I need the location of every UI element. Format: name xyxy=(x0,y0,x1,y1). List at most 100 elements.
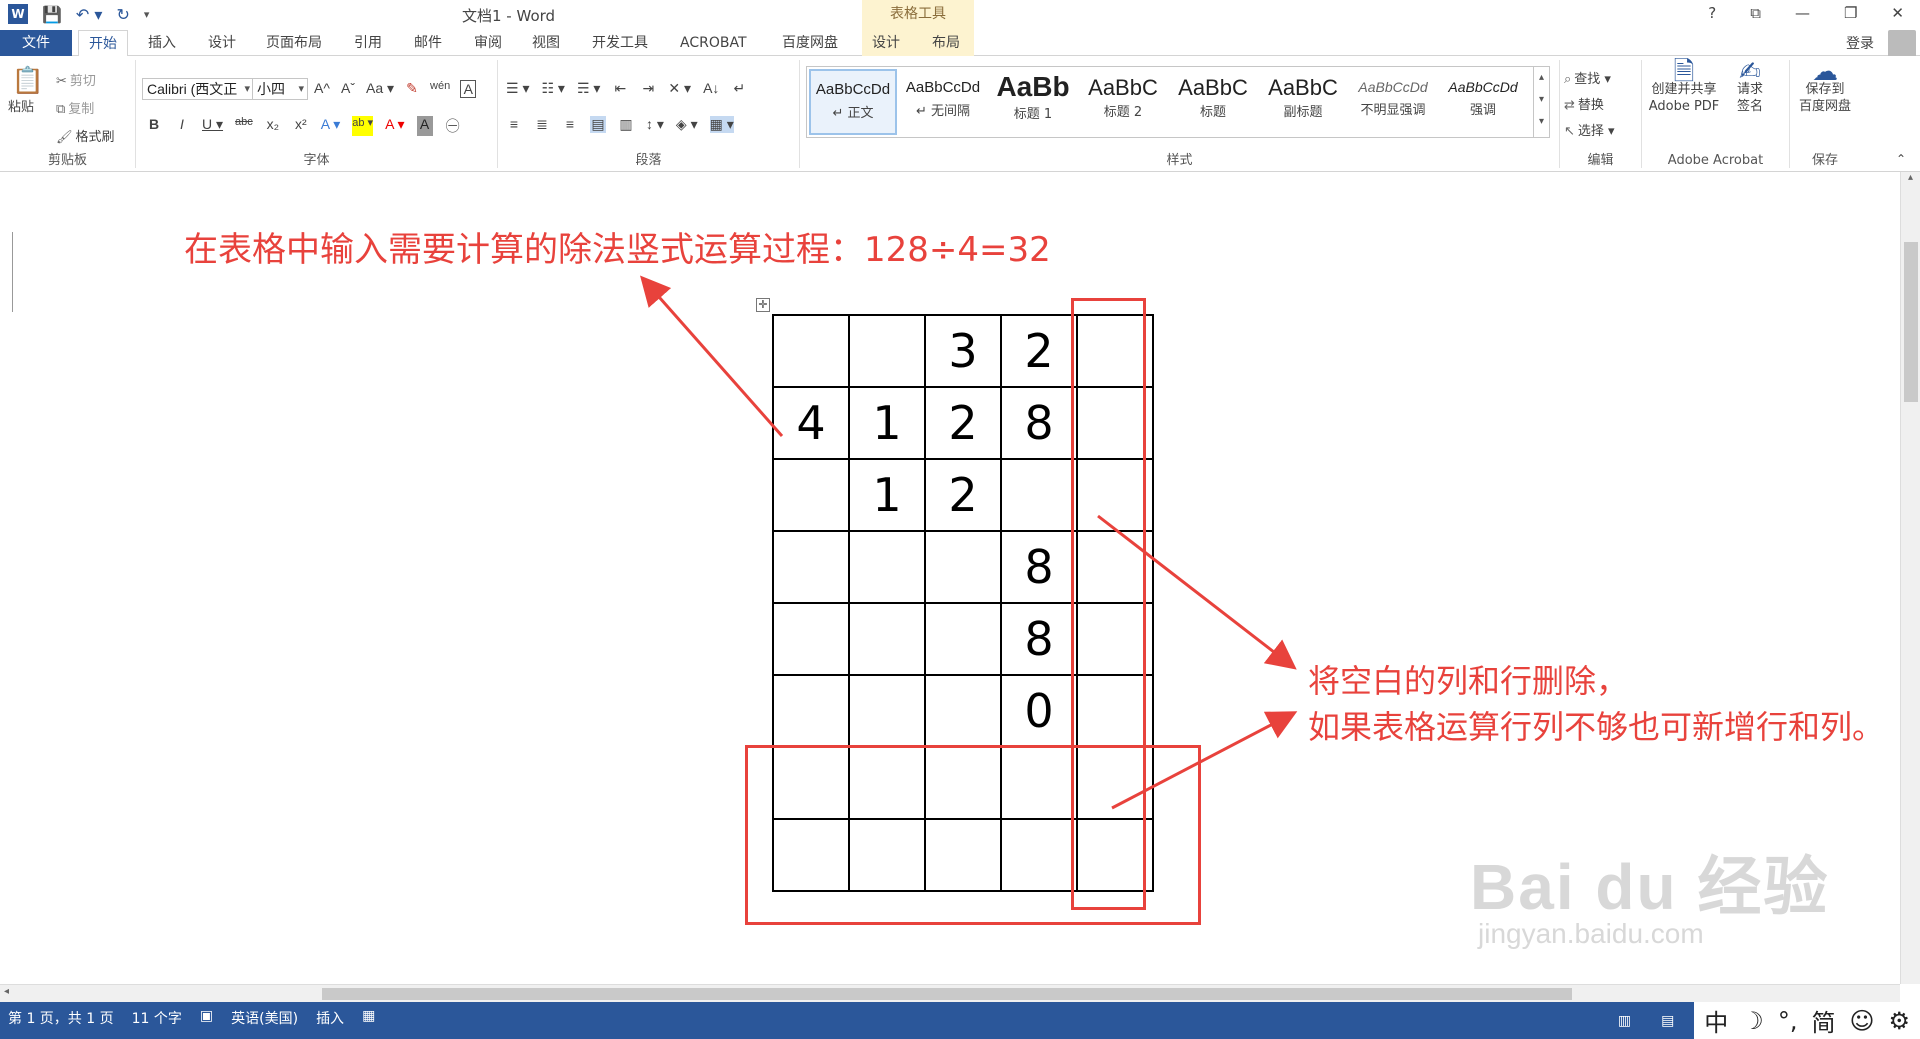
tab-references[interactable]: 引用 xyxy=(354,30,382,56)
login-link[interactable]: 登录 xyxy=(1846,33,1874,53)
proofing-icon[interactable]: ▣ xyxy=(200,1008,213,1028)
italic-button[interactable]: I xyxy=(174,116,190,136)
table-cell[interactable] xyxy=(848,314,926,388)
select-button[interactable]: ↖ 选择 ▾ xyxy=(1564,120,1615,139)
show-marks-button[interactable]: ↵ xyxy=(731,80,747,97)
help-icon[interactable]: ? xyxy=(1708,4,1716,22)
subscript-button[interactable]: x₂ xyxy=(265,116,281,136)
table-cell[interactable] xyxy=(772,314,850,388)
tab-design[interactable]: 设计 xyxy=(208,30,236,56)
tab-review[interactable]: 审阅 xyxy=(474,30,502,56)
scroll-up-icon[interactable]: ▴ xyxy=(1901,172,1920,183)
table-cell[interactable]: 2 xyxy=(924,458,1002,532)
find-button[interactable]: ⌕ 查找 ▾ xyxy=(1564,68,1611,87)
style-subtle-emphasis[interactable]: AaBbCcDd 不明显强调 xyxy=(1349,69,1437,135)
char-border-button[interactable]: A xyxy=(460,80,477,98)
settings-gear-icon[interactable]: ⚙ xyxy=(1888,1007,1910,1035)
redo-icon[interactable]: ↻ xyxy=(116,5,129,24)
text-effects-button[interactable]: A ▾ xyxy=(321,116,340,136)
minimize-icon[interactable]: — xyxy=(1795,4,1810,22)
table-cell[interactable]: 3 xyxy=(924,314,1002,388)
table-cell[interactable] xyxy=(924,530,1002,604)
customize-qat-icon[interactable]: ▾ xyxy=(144,8,150,21)
enclose-char-button[interactable]: ㊀ xyxy=(445,116,461,136)
status-page[interactable]: 第 1 页，共 1 页 xyxy=(8,1008,114,1028)
replace-button[interactable]: ⇄ 替换 xyxy=(1564,94,1604,113)
tab-page-layout[interactable]: 页面布局 xyxy=(266,30,322,56)
multilevel-list-button[interactable]: ☴ ▾ xyxy=(577,80,600,97)
table-cell[interactable] xyxy=(848,530,926,604)
close-icon[interactable]: ✕ xyxy=(1891,4,1904,22)
change-case-button[interactable]: Aa ▾ xyxy=(366,80,394,98)
request-signature-button[interactable]: ✍ 请求 签名 xyxy=(1728,59,1772,115)
emoji-icon[interactable]: ☺ xyxy=(1849,1007,1874,1035)
punctuation-toggle[interactable]: °, xyxy=(1778,1007,1798,1035)
simplified-toggle[interactable]: 简 xyxy=(1811,1003,1835,1038)
tab-table-design[interactable]: 设计 xyxy=(872,30,900,56)
borders-button[interactable]: ▦ ▾ xyxy=(709,116,734,133)
horizontal-scrollbar[interactable]: ◂ xyxy=(0,984,1900,1002)
save-to-baidu-button[interactable]: ☁ 保存到 百度网盘 xyxy=(1792,59,1858,115)
table-cell[interactable] xyxy=(772,530,850,604)
tab-acrobat[interactable]: ACROBAT xyxy=(680,30,747,56)
style-title[interactable]: AaBbC 标题 xyxy=(1169,69,1257,135)
print-layout-icon[interactable]: ▤ xyxy=(1661,1013,1674,1029)
table-cell[interactable] xyxy=(772,458,850,532)
table-cell[interactable]: 2 xyxy=(924,386,1002,460)
table-cell[interactable]: 1 xyxy=(848,386,926,460)
style-heading-2[interactable]: AaBbC 标题 2 xyxy=(1079,69,1167,135)
numbering-button[interactable]: ☷ ▾ xyxy=(541,80,564,97)
phonetic-guide-button[interactable]: wén xyxy=(430,80,450,98)
horizontal-scroll-thumb[interactable] xyxy=(322,988,1572,1000)
bold-button[interactable]: B xyxy=(146,116,162,136)
tab-baidu-netdisk[interactable]: 百度网盘 xyxy=(782,30,838,56)
sort-button[interactable]: A↓ xyxy=(703,80,719,97)
table-cell[interactable] xyxy=(772,674,850,748)
tab-home[interactable]: 开始 xyxy=(78,30,128,57)
cut-button[interactable]: ✂ 剪切 xyxy=(56,70,96,89)
table-cell[interactable] xyxy=(848,674,926,748)
vertical-scrollbar[interactable]: ▴ xyxy=(1900,172,1920,984)
restore-icon[interactable]: ❐ xyxy=(1844,4,1857,22)
read-mode-icon[interactable]: ▥ xyxy=(1618,1013,1631,1029)
justify-button[interactable]: ▤ xyxy=(590,116,606,133)
increase-indent-button[interactable]: ⇥ xyxy=(640,80,656,97)
highlight-button[interactable]: ab ▾ xyxy=(352,116,374,136)
styles-gallery-scroll[interactable]: ▴ ▾ ▾ xyxy=(1533,67,1549,137)
scroll-left-icon[interactable]: ◂ xyxy=(4,986,9,997)
status-word-count[interactable]: 11 个字 xyxy=(132,1008,182,1028)
tab-table-layout[interactable]: 布局 xyxy=(932,30,960,56)
ribbon-display-icon[interactable]: ⧉ xyxy=(1750,4,1761,22)
chinese-layout-button[interactable]: ✕ ▾ xyxy=(668,80,691,97)
decrease-indent-button[interactable]: ⇤ xyxy=(612,80,628,97)
status-language[interactable]: 英语(美国) xyxy=(231,1008,298,1028)
tab-mailings[interactable]: 邮件 xyxy=(414,30,442,56)
shading-button[interactable]: ◈ ▾ xyxy=(676,116,698,133)
table-cell[interactable] xyxy=(848,602,926,676)
line-spacing-button[interactable]: ↕ ▾ xyxy=(646,116,664,133)
align-center-button[interactable]: ≣ xyxy=(534,116,550,133)
table-move-handle-icon[interactable]: ✛ xyxy=(756,298,770,312)
save-icon[interactable]: 💾 xyxy=(42,5,62,24)
table-cell[interactable]: 2 xyxy=(1000,314,1078,388)
style-emphasis[interactable]: AaBbCcDd 强调 xyxy=(1439,69,1527,135)
grow-font-button[interactable]: A^ xyxy=(314,80,330,98)
tab-insert[interactable]: 插入 xyxy=(148,30,176,56)
table-cell[interactable]: 8 xyxy=(1000,530,1078,604)
tab-file[interactable]: 文件 xyxy=(0,30,72,56)
moon-icon[interactable]: ☽ xyxy=(1742,1007,1764,1035)
distributed-button[interactable]: ▥ xyxy=(618,116,634,133)
tab-developer[interactable]: 开发工具 xyxy=(592,30,648,56)
paste-button[interactable]: 📋 粘贴 xyxy=(8,66,48,115)
create-share-pdf-button[interactable]: 🗎 创建并共享 Adobe PDF xyxy=(1646,59,1722,115)
char-shading-button[interactable]: A xyxy=(416,116,433,136)
table-cell[interactable]: 8 xyxy=(1000,386,1078,460)
ime-chinese-toggle[interactable]: 中 xyxy=(1704,1003,1728,1038)
copy-button[interactable]: ⧉ 复制 xyxy=(56,98,94,117)
table-cell[interactable] xyxy=(772,602,850,676)
table-cell[interactable]: 4 xyxy=(772,386,850,460)
superscript-button[interactable]: x² xyxy=(293,116,309,136)
table-cell[interactable] xyxy=(924,602,1002,676)
table-cell[interactable] xyxy=(1000,458,1078,532)
table-cell[interactable]: 1 xyxy=(848,458,926,532)
